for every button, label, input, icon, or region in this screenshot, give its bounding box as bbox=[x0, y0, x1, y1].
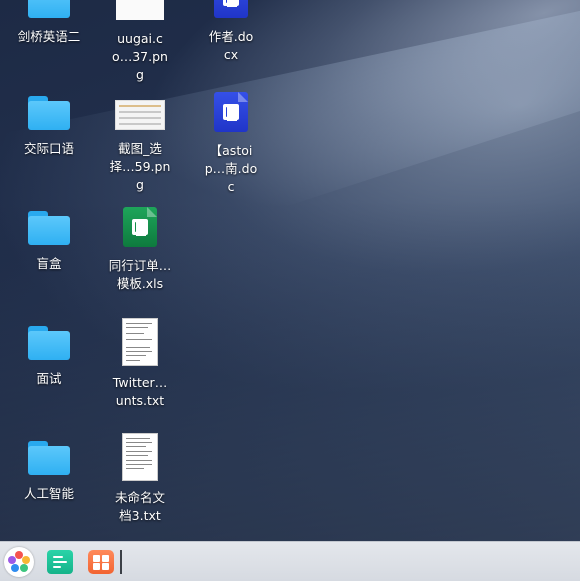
launcher-icon[interactable] bbox=[4, 547, 34, 577]
file-label: 【astoip…南.doc bbox=[204, 143, 258, 194]
excel-file-item[interactable]: 同行订单…模板.xls bbox=[94, 207, 186, 293]
folder-icon bbox=[28, 0, 70, 18]
text-file-item[interactable]: Twitter…unts.txt bbox=[94, 318, 186, 410]
desktop: 剑桥英语二 交际口语 盲盒 面试 人工智能 uugai.co…37.png 截图… bbox=[0, 0, 580, 541]
word-file-item[interactable]: 【astoip…南.doc bbox=[185, 92, 277, 196]
folder-item[interactable]: 人工智能 bbox=[3, 441, 95, 503]
word-icon bbox=[214, 92, 248, 132]
image-thumbnail bbox=[115, 100, 165, 130]
excel-icon bbox=[123, 207, 157, 247]
text-thumbnail bbox=[122, 318, 158, 366]
file-label: 同行订单…模板.xls bbox=[108, 258, 172, 291]
folder-item[interactable]: 面试 bbox=[3, 326, 95, 388]
file-label: 剑桥英语二 bbox=[17, 29, 81, 44]
word-file-item[interactable]: 作者.docx bbox=[185, 0, 277, 64]
file-label: 未命名文档3.txt bbox=[114, 490, 165, 523]
file-label: 面试 bbox=[36, 371, 62, 386]
file-label: 作者.docx bbox=[208, 29, 254, 62]
image-file-item[interactable]: 截图_选择…59.png bbox=[94, 100, 186, 194]
file-label: Twitter…unts.txt bbox=[112, 375, 168, 408]
folder-icon bbox=[28, 96, 70, 130]
file-label: 截图_选择…59.png bbox=[109, 141, 171, 192]
text-thumbnail bbox=[122, 433, 158, 481]
file-label: 盲盒 bbox=[36, 256, 62, 271]
folder-item[interactable]: 剑桥英语二 bbox=[3, 0, 95, 46]
taskbar-separator bbox=[120, 550, 122, 574]
terminal-icon[interactable] bbox=[45, 547, 75, 577]
image-file-item[interactable]: uugai.co…37.png bbox=[94, 0, 186, 84]
text-file-item[interactable]: 未命名文档3.txt bbox=[94, 433, 186, 525]
file-label: 人工智能 bbox=[23, 486, 74, 501]
app-store-icon[interactable] bbox=[86, 547, 116, 577]
file-label: uugai.co…37.png bbox=[112, 31, 168, 82]
folder-icon bbox=[28, 211, 70, 245]
file-label: 交际口语 bbox=[23, 141, 74, 156]
folder-icon bbox=[28, 441, 70, 475]
folder-icon bbox=[28, 326, 70, 360]
folder-item[interactable]: 交际口语 bbox=[3, 96, 95, 158]
word-icon bbox=[214, 0, 248, 18]
taskbar bbox=[0, 541, 580, 581]
image-thumbnail bbox=[116, 0, 164, 20]
folder-item[interactable]: 盲盒 bbox=[3, 211, 95, 273]
